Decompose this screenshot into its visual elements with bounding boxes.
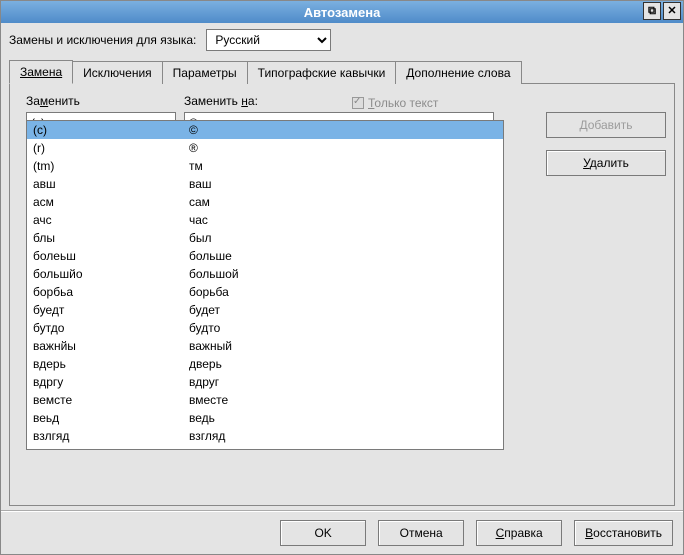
- dialog-window: Автозамена ⧉ ✕ Замены и исключения для я…: [0, 0, 684, 555]
- restore-icon[interactable]: ⧉: [643, 2, 661, 20]
- close-icon[interactable]: ✕: [663, 2, 681, 20]
- tab-replace[interactable]: Замена: [9, 60, 73, 84]
- list-item[interactable]: болеьшбольше: [27, 247, 503, 265]
- list-item-to: большой: [189, 267, 497, 281]
- list-item-to: ®: [189, 141, 497, 155]
- list-item-from: веьд: [33, 411, 189, 425]
- list-item[interactable]: веьдведь: [27, 409, 503, 427]
- delete-button[interactable]: Удалить: [546, 150, 666, 176]
- text-only-label: олько текст: [374, 96, 438, 110]
- list-item-from: бутдо: [33, 321, 189, 335]
- list-item[interactable]: (tm)тм: [27, 157, 503, 175]
- list-item-from: асм: [33, 195, 189, 209]
- replacement-list[interactable]: (c)©(r)®(tm)тмавшвашасмсамачсчасблыбылбо…: [26, 120, 504, 450]
- list-item-to: был: [189, 231, 497, 245]
- list-item-from: блы: [33, 231, 189, 245]
- tab-bar: Замена Исключения Параметры Типографские…: [9, 59, 675, 83]
- list-item[interactable]: буедтбудет: [27, 301, 503, 319]
- titlebar: Автозамена ⧉ ✕: [1, 1, 683, 23]
- list-item-from: вдргу: [33, 375, 189, 389]
- language-select[interactable]: Русский: [206, 29, 331, 51]
- list-item-from: (c): [33, 123, 189, 137]
- list-item[interactable]: вемстевместе: [27, 391, 503, 409]
- ok-button[interactable]: OK: [280, 520, 366, 546]
- list-item-from: взлгяд: [33, 429, 189, 443]
- list-item-to: взять: [189, 447, 497, 449]
- list-item[interactable]: блыбыл: [27, 229, 503, 247]
- list-item-to: больше: [189, 249, 497, 263]
- tab-panel: Заменить Заменить на: Только текст Добав…: [9, 83, 675, 506]
- list-item-from: буедт: [33, 303, 189, 317]
- list-item-from: взьт: [33, 447, 189, 449]
- list-item-from: ачс: [33, 213, 189, 227]
- help-button[interactable]: Справка: [476, 520, 562, 546]
- tab-word-completion[interactable]: Дополнение слова: [395, 61, 521, 84]
- list-item-from: (r): [33, 141, 189, 155]
- tab-options[interactable]: Параметры: [162, 61, 248, 84]
- add-button: Добавить: [546, 112, 666, 138]
- list-item[interactable]: (c)©: [27, 121, 503, 139]
- titlebar-buttons: ⧉ ✕: [643, 2, 681, 20]
- window-title: Автозамена: [1, 5, 683, 20]
- list-item[interactable]: ачсчас: [27, 211, 503, 229]
- list-item-to: час: [189, 213, 497, 227]
- list-item-to: будет: [189, 303, 497, 317]
- content-area: Замены и исключения для языка: Русский З…: [1, 23, 683, 510]
- language-row: Замены и исключения для языка: Русский: [9, 29, 675, 51]
- list-item-to: борьба: [189, 285, 497, 299]
- list-item-to: дверь: [189, 357, 497, 371]
- side-buttons: Добавить Удалить: [546, 112, 666, 176]
- footer: OK Отмена Справка Восстановить: [1, 510, 683, 554]
- list-item[interactable]: взлгядвзгляд: [27, 427, 503, 445]
- list-item[interactable]: авшваш: [27, 175, 503, 193]
- cancel-button[interactable]: Отмена: [378, 520, 464, 546]
- language-label: Замены и исключения для языка:: [9, 33, 196, 47]
- list-item-to: тм: [189, 159, 497, 173]
- list-item-from: вемсте: [33, 393, 189, 407]
- text-only-checkbox: Только текст: [352, 94, 538, 110]
- list-item-from: важнйы: [33, 339, 189, 353]
- list-item-from: болеьш: [33, 249, 189, 263]
- list-item[interactable]: бутдобудто: [27, 319, 503, 337]
- list-item[interactable]: борбьаборьба: [27, 283, 503, 301]
- list-item-to: вместе: [189, 393, 497, 407]
- checkbox-icon: [352, 97, 364, 109]
- list-item-from: авш: [33, 177, 189, 191]
- list-item[interactable]: асмсам: [27, 193, 503, 211]
- list-item[interactable]: (r)®: [27, 139, 503, 157]
- list-item-to: ведь: [189, 411, 497, 425]
- list-item-from: вдерь: [33, 357, 189, 371]
- list-item[interactable]: вдерьдверь: [27, 355, 503, 373]
- list-item[interactable]: вдргувдруг: [27, 373, 503, 391]
- list-item[interactable]: взьтвзять: [27, 445, 503, 449]
- list-item-to: ваш: [189, 177, 497, 191]
- replace-label: Заменить: [26, 94, 176, 108]
- list-item-to: вдруг: [189, 375, 497, 389]
- tab-quotes[interactable]: Типографские кавычки: [247, 61, 397, 84]
- reset-button[interactable]: Восстановить: [574, 520, 673, 546]
- list-item-to: будто: [189, 321, 497, 335]
- list-item-to: сам: [189, 195, 497, 209]
- list-item-from: (tm): [33, 159, 189, 173]
- list-item[interactable]: большйобольшой: [27, 265, 503, 283]
- list-item-to: взгляд: [189, 429, 497, 443]
- list-item-to: ©: [189, 123, 497, 137]
- list-item-from: большйо: [33, 267, 189, 281]
- list-item-to: важный: [189, 339, 497, 353]
- list-item-from: борбьа: [33, 285, 189, 299]
- tab-exceptions[interactable]: Исключения: [72, 61, 163, 84]
- list-item[interactable]: важнйыважный: [27, 337, 503, 355]
